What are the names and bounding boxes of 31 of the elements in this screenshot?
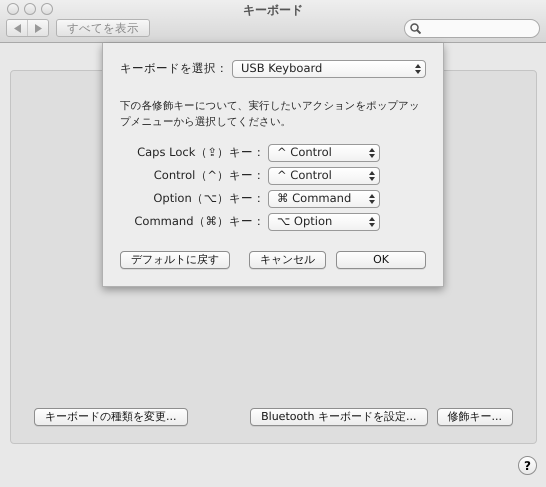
up-down-arrows-icon (369, 217, 375, 227)
up-down-arrows-icon (369, 194, 375, 204)
action-popup[interactable]: ^ Control (268, 144, 380, 162)
modifier-key-label: Option（⌥）キー： (152, 190, 266, 208)
keyboard-select-label: キーボードを選択： (120, 60, 228, 78)
up-down-arrows-icon (415, 64, 421, 74)
search-field[interactable] (404, 19, 540, 38)
action-popup[interactable]: ^ Control (268, 167, 380, 185)
push-button[interactable]: デフォルトに戻す (120, 251, 230, 269)
push-button[interactable]: キーボードの種類を変更... (34, 408, 188, 426)
up-down-arrows-icon (369, 171, 375, 181)
instructions-text: 下の各修飾キーについて、実行したいアクションをポップアップメニューから選択してください。 (120, 99, 421, 130)
zoom-window-button[interactable] (41, 3, 53, 15)
modifier-key-label: Control（^）キー： (152, 167, 266, 184)
modifier-key-label: Command（⌘）キー： (133, 213, 266, 230)
push-button[interactable]: キャンセル (249, 251, 326, 269)
minimize-window-button[interactable] (24, 3, 36, 15)
help-button[interactable]: ? (518, 456, 537, 475)
window-title: キーボード (243, 2, 303, 19)
search-icon (410, 23, 421, 34)
push-button[interactable]: OK (336, 251, 426, 269)
action-popup[interactable]: ⌘ Command (268, 190, 380, 208)
action-popup[interactable]: ⌥ Option (268, 213, 380, 231)
right-triangle-icon (34, 24, 42, 32)
left-triangle-icon (14, 24, 20, 32)
up-down-arrows-icon (369, 148, 375, 158)
push-button[interactable]: 修飾キー... (436, 408, 513, 426)
push-button[interactable]: Bluetooth キーボードを設定... (250, 408, 428, 426)
close-window-button[interactable] (7, 3, 19, 15)
keyboard-popup[interactable]: USB Keyboard (232, 60, 426, 78)
modifier-key-label: Caps Lock（⇪）キー： (136, 144, 266, 162)
